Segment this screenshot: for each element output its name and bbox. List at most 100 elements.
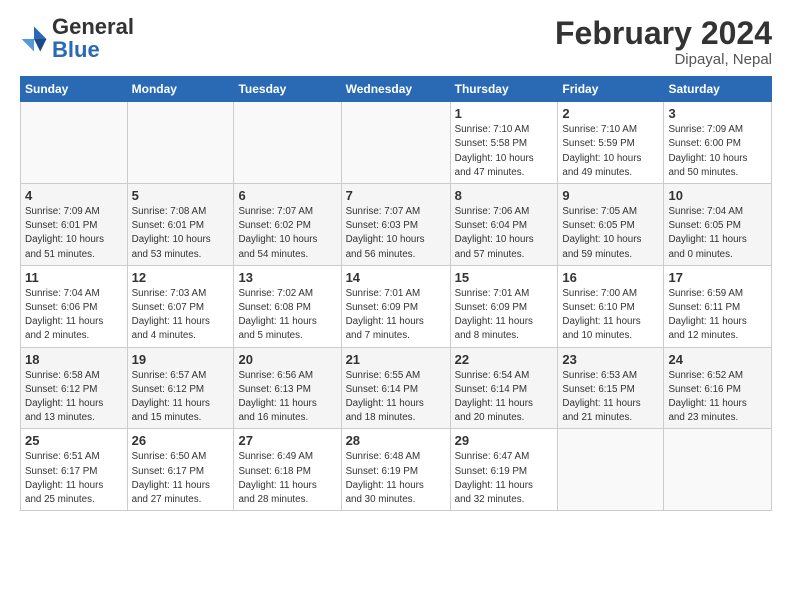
table-row: 15 Sunrise: 7:01 AM Sunset: 6:09 PM Dayli… — [450, 265, 558, 347]
day-info: Sunrise: 7:07 AM Sunset: 6:02 PM Dayligh… — [238, 205, 336, 262]
table-row: 20 Sunrise: 6:56 AM Sunset: 6:13 PM Dayli… — [234, 347, 341, 429]
table-row: 4 Sunrise: 7:09 AM Sunset: 6:01 PM Daylig… — [21, 184, 128, 266]
day-info: Sunrise: 7:00 AM Sunset: 6:10 PM Dayligh… — [562, 287, 659, 344]
day-number: 5 — [132, 188, 230, 203]
table-row: 7 Sunrise: 7:07 AM Sunset: 6:03 PM Daylig… — [341, 184, 450, 266]
calendar-header-row: Sunday Monday Tuesday Wednesday Thursday… — [21, 77, 772, 102]
day-info: Sunrise: 7:06 AM Sunset: 6:04 PM Dayligh… — [455, 205, 554, 262]
title-block: February 2024 Dipayal, Nepal — [555, 16, 772, 68]
day-number: 7 — [346, 188, 446, 203]
day-info: Sunrise: 6:52 AM Sunset: 6:16 PM Dayligh… — [668, 369, 767, 426]
day-info: Sunrise: 7:01 AM Sunset: 6:09 PM Dayligh… — [455, 287, 554, 344]
day-info: Sunrise: 6:57 AM Sunset: 6:12 PM Dayligh… — [132, 369, 230, 426]
day-number: 19 — [132, 352, 230, 367]
day-info: Sunrise: 7:09 AM Sunset: 6:00 PM Dayligh… — [668, 123, 767, 180]
col-monday: Monday — [127, 77, 234, 102]
table-row: 25 Sunrise: 6:51 AM Sunset: 6:17 PM Dayli… — [21, 429, 128, 511]
day-number: 9 — [562, 188, 659, 203]
day-number: 8 — [455, 188, 554, 203]
table-row: 28Sunrise: 6:48 AM Sunset: 6:19 PM Dayli… — [341, 429, 450, 511]
day-info: Sunrise: 6:51 AM Sunset: 6:17 PM Dayligh… — [25, 450, 123, 507]
table-row: 13 Sunrise: 7:02 AM Sunset: 6:08 PM Dayli… — [234, 265, 341, 347]
table-row: 10Sunrise: 7:04 AM Sunset: 6:05 PM Dayli… — [664, 184, 772, 266]
logo: General Blue — [20, 16, 134, 62]
day-number: 15 — [455, 270, 554, 285]
day-info: Sunrise: 6:56 AM Sunset: 6:13 PM Dayligh… — [238, 369, 336, 426]
col-sunday: Sunday — [21, 77, 128, 102]
day-number: 26 — [132, 433, 230, 448]
day-info: Sunrise: 7:10 AM Sunset: 5:58 PM Dayligh… — [455, 123, 554, 180]
table-row — [341, 102, 450, 184]
page-header: General Blue February 2024 Dipayal, Nepa… — [20, 16, 772, 68]
table-row: 12 Sunrise: 7:03 AM Sunset: 6:07 PM Dayli… — [127, 265, 234, 347]
day-number: 3 — [668, 106, 767, 121]
day-info: Sunrise: 7:02 AM Sunset: 6:08 PM Dayligh… — [238, 287, 336, 344]
day-info: Sunrise: 6:55 AM Sunset: 6:14 PM Dayligh… — [346, 369, 446, 426]
day-info: Sunrise: 6:53 AM Sunset: 6:15 PM Dayligh… — [562, 369, 659, 426]
day-number: 18 — [25, 352, 123, 367]
col-wednesday: Wednesday — [341, 77, 450, 102]
table-row: 17 Sunrise: 6:59 AM Sunset: 6:11 PM Dayli… — [664, 265, 772, 347]
day-info: Sunrise: 6:58 AM Sunset: 6:12 PM Dayligh… — [25, 369, 123, 426]
day-number: 25 — [25, 433, 123, 448]
day-number: 13 — [238, 270, 336, 285]
day-info: Sunrise: 7:07 AM Sunset: 6:03 PM Dayligh… — [346, 205, 446, 262]
day-info: Sunrise: 7:08 AM Sunset: 6:01 PM Dayligh… — [132, 205, 230, 262]
table-row: 26Sunrise: 6:50 AM Sunset: 6:17 PM Dayli… — [127, 429, 234, 511]
day-number: 29 — [455, 433, 554, 448]
table-row: 22 Sunrise: 6:54 AM Sunset: 6:14 PM Dayli… — [450, 347, 558, 429]
day-number: 6 — [238, 188, 336, 203]
table-row: 1 Sunrise: 7:10 AM Sunset: 5:58 PM Daylig… — [450, 102, 558, 184]
day-info: Sunrise: 7:03 AM Sunset: 6:07 PM Dayligh… — [132, 287, 230, 344]
day-info: Sunrise: 7:01 AM Sunset: 6:09 PM Dayligh… — [346, 287, 446, 344]
table-row: 21 Sunrise: 6:55 AM Sunset: 6:14 PM Dayli… — [341, 347, 450, 429]
day-number: 4 — [25, 188, 123, 203]
table-row — [127, 102, 234, 184]
day-info: Sunrise: 7:09 AM Sunset: 6:01 PM Dayligh… — [25, 205, 123, 262]
table-row: 19 Sunrise: 6:57 AM Sunset: 6:12 PM Dayli… — [127, 347, 234, 429]
day-info: Sunrise: 6:47 AM Sunset: 6:19 PM Dayligh… — [455, 450, 554, 507]
day-number: 14 — [346, 270, 446, 285]
table-row: 3 Sunrise: 7:09 AM Sunset: 6:00 PM Daylig… — [664, 102, 772, 184]
col-saturday: Saturday — [664, 77, 772, 102]
logo-icon — [20, 25, 48, 53]
day-number: 11 — [25, 270, 123, 285]
day-info: Sunrise: 6:49 AM Sunset: 6:18 PM Dayligh… — [238, 450, 336, 507]
day-info: Sunrise: 6:59 AM Sunset: 6:11 PM Dayligh… — [668, 287, 767, 344]
day-number: 21 — [346, 352, 446, 367]
day-number: 28 — [346, 433, 446, 448]
table-row: 5 Sunrise: 7:08 AM Sunset: 6:01 PM Daylig… — [127, 184, 234, 266]
table-row: 29 Sunrise: 6:47 AM Sunset: 6:19 PM Dayli… — [450, 429, 558, 511]
table-row — [558, 429, 664, 511]
table-row — [234, 102, 341, 184]
day-number: 23 — [562, 352, 659, 367]
day-info: Sunrise: 7:05 AM Sunset: 6:05 PM Dayligh… — [562, 205, 659, 262]
day-number: 16 — [562, 270, 659, 285]
table-row: 6 Sunrise: 7:07 AM Sunset: 6:02 PM Daylig… — [234, 184, 341, 266]
day-number: 27 — [238, 433, 336, 448]
table-row: 18 Sunrise: 6:58 AM Sunset: 6:12 PM Dayli… — [21, 347, 128, 429]
day-number: 12 — [132, 270, 230, 285]
day-number: 24 — [668, 352, 767, 367]
table-row: 24 Sunrise: 6:52 AM Sunset: 6:16 PM Dayli… — [664, 347, 772, 429]
table-row: 23 Sunrise: 6:53 AM Sunset: 6:15 PM Dayli… — [558, 347, 664, 429]
day-number: 10 — [668, 188, 767, 203]
col-tuesday: Tuesday — [234, 77, 341, 102]
location: Dipayal, Nepal — [555, 51, 772, 68]
day-number: 1 — [455, 106, 554, 121]
logo-text: General Blue — [52, 16, 134, 62]
table-row: 16 Sunrise: 7:00 AM Sunset: 6:10 PM Dayli… — [558, 265, 664, 347]
calendar-table: Sunday Monday Tuesday Wednesday Thursday… — [20, 76, 772, 511]
month-title: February 2024 — [555, 16, 772, 51]
table-row: 8 Sunrise: 7:06 AM Sunset: 6:04 PM Daylig… — [450, 184, 558, 266]
day-info: Sunrise: 7:04 AM Sunset: 6:06 PM Dayligh… — [25, 287, 123, 344]
table-row — [664, 429, 772, 511]
table-row: 9 Sunrise: 7:05 AM Sunset: 6:05 PM Daylig… — [558, 184, 664, 266]
day-info: Sunrise: 6:54 AM Sunset: 6:14 PM Dayligh… — [455, 369, 554, 426]
day-number: 20 — [238, 352, 336, 367]
table-row: 14 Sunrise: 7:01 AM Sunset: 6:09 PM Dayli… — [341, 265, 450, 347]
day-number: 22 — [455, 352, 554, 367]
day-number: 2 — [562, 106, 659, 121]
day-number: 17 — [668, 270, 767, 285]
table-row: 27 Sunrise: 6:49 AM Sunset: 6:18 PM Dayli… — [234, 429, 341, 511]
